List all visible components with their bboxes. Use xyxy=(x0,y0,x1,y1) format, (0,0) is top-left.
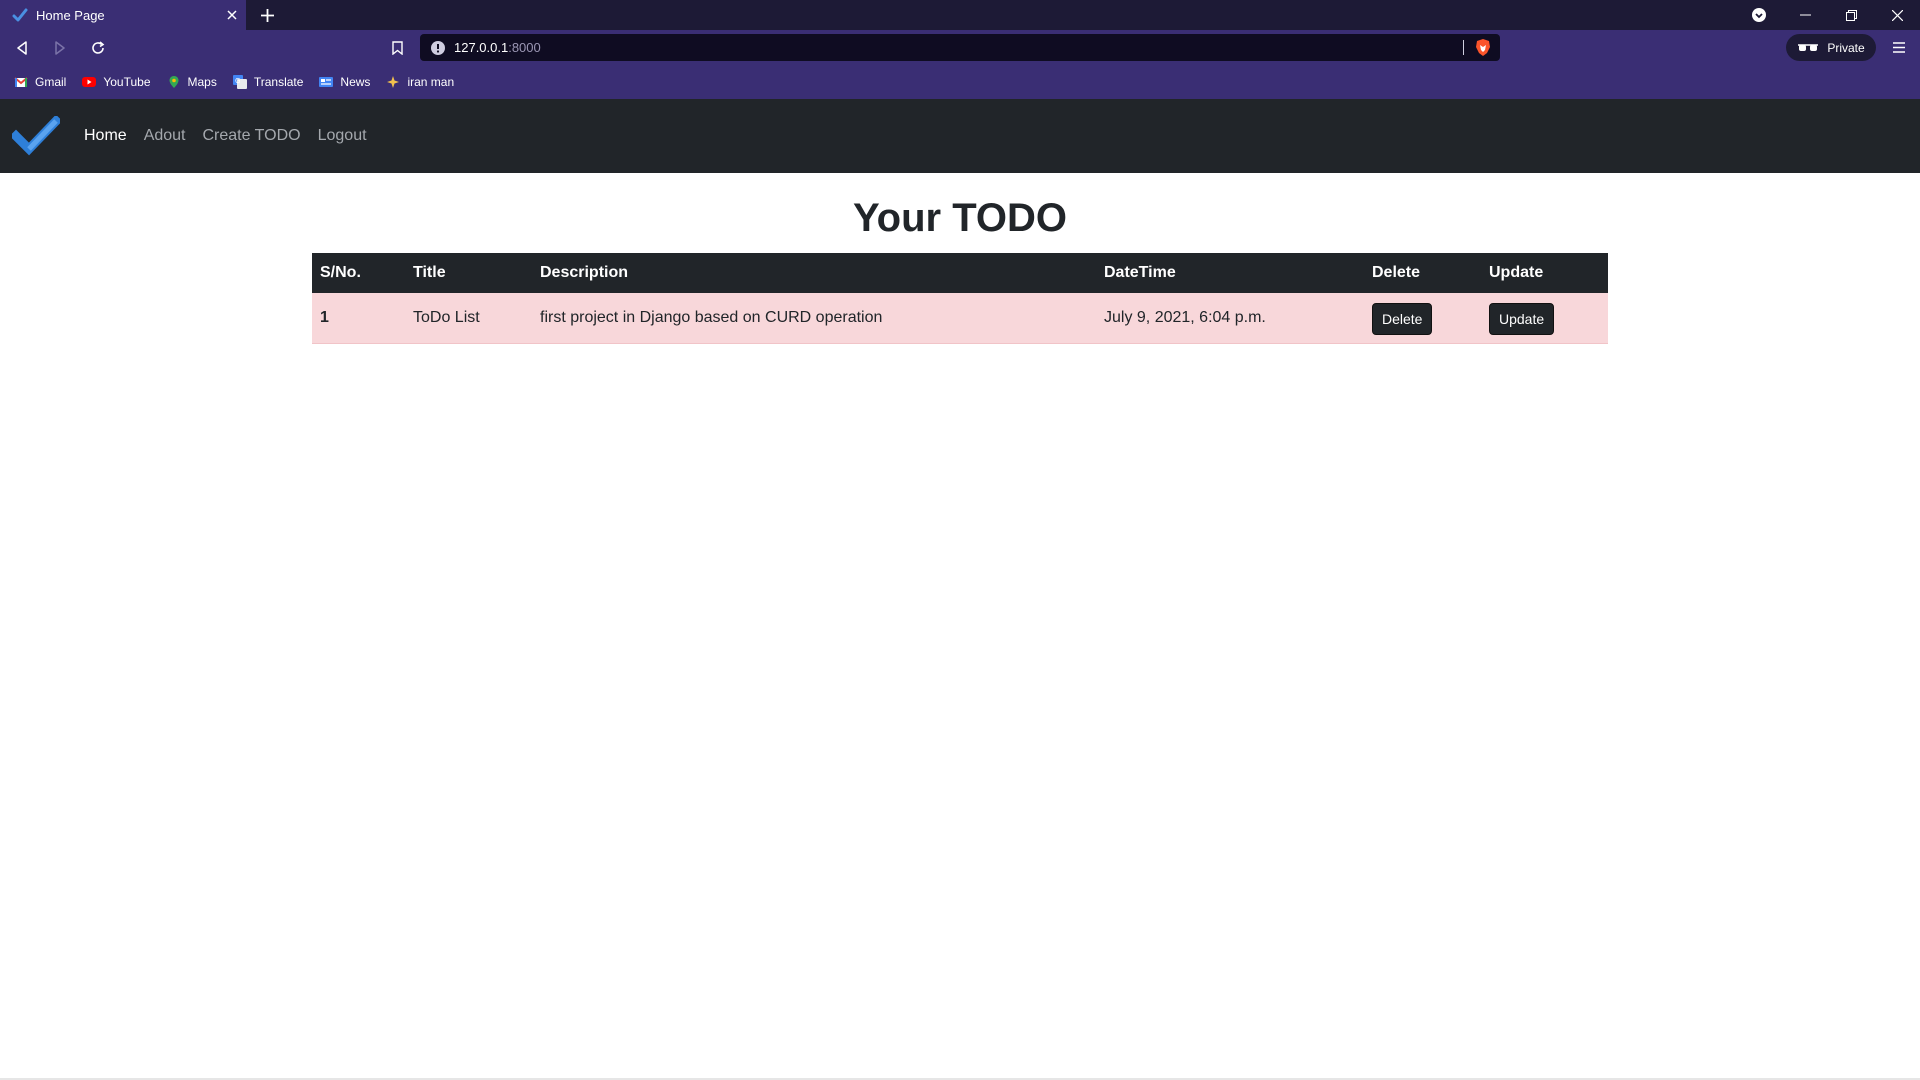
cell-update: Update xyxy=(1481,293,1608,344)
site-info-icon[interactable] xyxy=(430,40,446,56)
table-header-row: S/No. Title Description DateTime Delete … xyxy=(312,253,1608,293)
youtube-icon xyxy=(82,77,97,87)
hamburger-menu-icon[interactable] xyxy=(1884,30,1914,65)
forward-icon[interactable] xyxy=(44,32,76,64)
translate-icon: G xyxy=(232,75,247,89)
nav-link-home[interactable]: Home xyxy=(84,127,127,145)
cell-description: first project in Django based on CURD op… xyxy=(532,293,1096,344)
address-separator xyxy=(1463,40,1464,55)
bookmark-page-icon[interactable] xyxy=(382,30,412,65)
nav-link-adout[interactable]: Adout xyxy=(144,127,186,145)
restore-icon[interactable] xyxy=(1828,0,1874,30)
new-tab-icon[interactable] xyxy=(252,0,282,30)
column-header-title: Title xyxy=(405,253,532,293)
update-button[interactable]: Update xyxy=(1489,303,1555,336)
url-text: 127.0.0.1:8000 xyxy=(454,40,541,55)
bookmark-maps[interactable]: Maps xyxy=(167,70,217,94)
private-label: Private xyxy=(1827,40,1865,55)
bookmark-news[interactable]: News xyxy=(319,70,370,94)
private-window-badge[interactable]: Private xyxy=(1786,34,1876,61)
delete-button[interactable]: Delete xyxy=(1372,303,1433,336)
gmail-icon xyxy=(14,77,28,87)
cell-sno: 1 xyxy=(312,293,405,344)
brave-shields-icon[interactable] xyxy=(1474,38,1492,57)
todo-table: S/No. Title Description DateTime Delete … xyxy=(312,253,1608,344)
tab-title: Home Page xyxy=(36,7,105,23)
maps-icon xyxy=(169,76,178,88)
todo-logo-icon[interactable] xyxy=(12,116,60,156)
site-navbar: Home Adout Create TODO Logout xyxy=(0,99,1920,173)
table-row: 1 ToDo List first project in Django base… xyxy=(312,293,1608,344)
cell-delete: Delete xyxy=(1364,293,1481,344)
address-bar[interactable]: 127.0.0.1:8000 xyxy=(420,34,1500,61)
reload-icon[interactable] xyxy=(82,32,114,64)
browser-tab[interactable]: Home Page xyxy=(0,0,246,30)
bookmark-translate[interactable]: G Translate xyxy=(232,70,303,94)
bookmarks-bar: Gmail YouTube Maps G Translate News iran… xyxy=(0,65,1920,99)
download-icon[interactable] xyxy=(1736,0,1782,30)
cell-title: ToDo List xyxy=(405,293,532,344)
private-glasses-icon xyxy=(1798,43,1819,51)
close-tab-icon[interactable] xyxy=(218,0,246,30)
browser-toolbar: 127.0.0.1:8000 Private xyxy=(0,30,1920,65)
page-title: Your TODO xyxy=(852,196,1068,240)
bookmark-youtube[interactable]: YouTube xyxy=(82,70,151,94)
svg-text:G: G xyxy=(235,77,240,85)
todo-check-icon xyxy=(12,8,28,22)
cell-datetime: July 9, 2021, 6:04 p.m. xyxy=(1096,293,1364,344)
column-header-sno: S/No. xyxy=(312,253,405,293)
window-controls xyxy=(1736,0,1920,30)
close-window-icon[interactable] xyxy=(1874,0,1920,30)
browser-tab-bar: Home Page xyxy=(0,0,1920,30)
news-icon xyxy=(319,77,334,87)
column-header-datetime: DateTime xyxy=(1096,253,1364,293)
back-icon[interactable] xyxy=(6,32,38,64)
column-header-description: Description xyxy=(532,253,1096,293)
bookmark-favicon-icon xyxy=(387,76,400,88)
minimize-icon[interactable] xyxy=(1782,0,1828,30)
nav-link-create-todo[interactable]: Create TODO xyxy=(203,127,301,145)
column-header-update: Update xyxy=(1481,253,1608,293)
bookmark-gmail[interactable]: Gmail xyxy=(14,70,66,94)
nav-link-logout[interactable]: Logout xyxy=(318,127,367,145)
column-header-delete: Delete xyxy=(1364,253,1481,293)
bookmark-iran-man[interactable]: iran man xyxy=(386,70,454,94)
